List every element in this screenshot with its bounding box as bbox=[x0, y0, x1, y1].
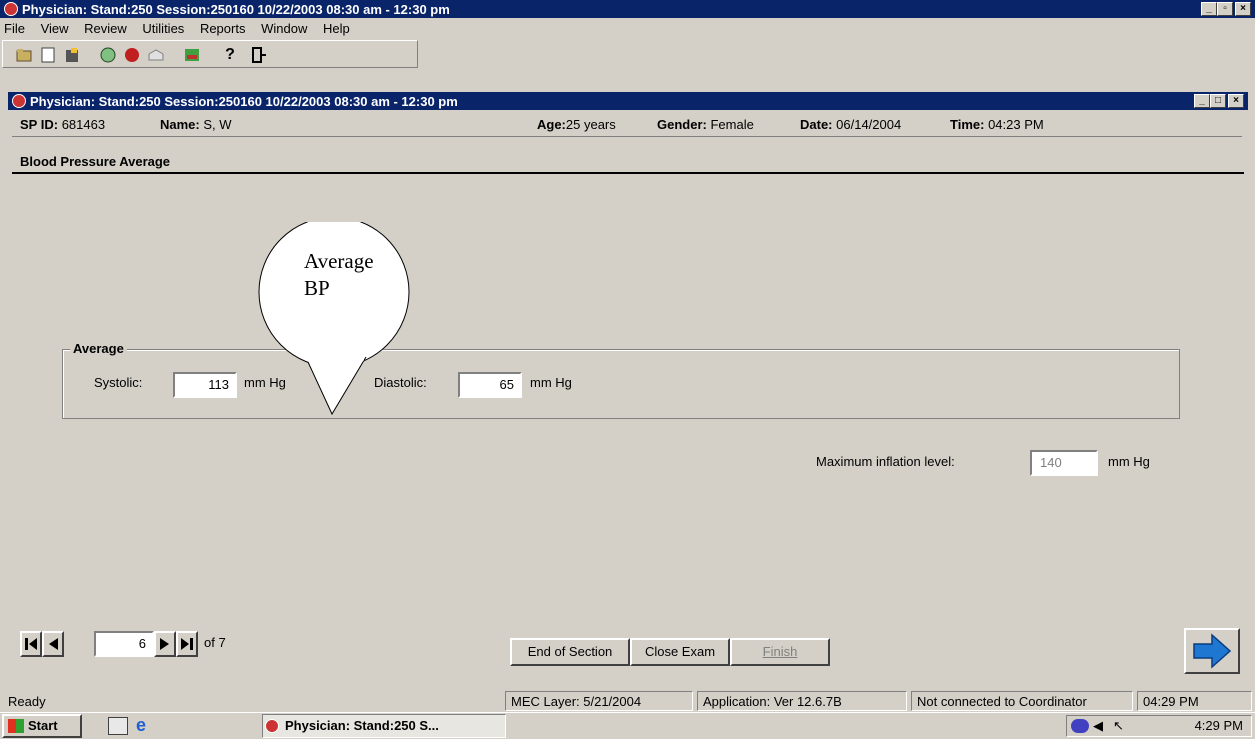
app-icon bbox=[4, 2, 18, 16]
diastolic-unit: mm Hg bbox=[530, 375, 572, 390]
child-close-icon[interactable]: × bbox=[1228, 94, 1244, 108]
start-label: Start bbox=[28, 718, 58, 733]
system-tray: ◀ ↖ 4:29 PM bbox=[1066, 715, 1252, 737]
toolbar: ? bbox=[2, 40, 418, 68]
systolic-label: Systolic: bbox=[94, 375, 143, 390]
network-tray-icon[interactable] bbox=[1071, 719, 1089, 733]
tray-clock: 4:29 PM bbox=[1194, 718, 1243, 733]
clipboard-icon[interactable] bbox=[39, 46, 57, 64]
arrow-right-icon bbox=[1193, 633, 1232, 669]
exit-door-icon[interactable] bbox=[249, 46, 267, 64]
app-title-bar[interactable]: Physician: Stand:250 Session:250160 10/2… bbox=[0, 0, 1255, 18]
inbox-icon[interactable] bbox=[147, 46, 165, 64]
next-arrow-button[interactable] bbox=[1184, 628, 1240, 674]
menu-help[interactable]: Help bbox=[323, 21, 350, 36]
status-bar: Ready MEC Layer: 5/21/2004 Application: … bbox=[0, 690, 1255, 712]
patient-info-bar: SP ID: 681463 Name: S, W Age:25 years Ge… bbox=[12, 114, 1242, 137]
gender-value: Female bbox=[710, 117, 754, 132]
menu-view[interactable]: View bbox=[41, 21, 69, 36]
time-label: Time: bbox=[950, 117, 985, 132]
people-icon[interactable] bbox=[183, 46, 201, 64]
status-application: Application: Ver 12.6.7B bbox=[697, 691, 907, 711]
child-app-icon bbox=[12, 94, 26, 108]
child-title: Physician: Stand:250 Session:250160 10/2… bbox=[30, 93, 458, 109]
task-physician-button[interactable]: Physician: Stand:250 S... bbox=[262, 714, 506, 738]
age-label: Age: bbox=[537, 117, 566, 132]
taskbar: Start e Physician: Stand:250 S... ◀ ↖ 4:… bbox=[0, 712, 1255, 739]
section-divider bbox=[12, 172, 1244, 174]
page-number-input[interactable]: 6 bbox=[94, 631, 154, 657]
minimize-icon[interactable]: _ bbox=[1201, 2, 1217, 16]
time-value: 04:23 PM bbox=[988, 117, 1044, 132]
show-desktop-icon[interactable] bbox=[108, 717, 128, 735]
menu-bar: File View Review Utilities Reports Windo… bbox=[4, 20, 362, 38]
stop-hand-icon[interactable] bbox=[123, 46, 141, 64]
end-of-section-button[interactable]: End of Section bbox=[510, 638, 630, 666]
sp-id-value: 681463 bbox=[61, 117, 106, 132]
menu-file[interactable]: File bbox=[4, 21, 25, 36]
diastolic-input[interactable]: 65 bbox=[458, 372, 522, 398]
windows-logo-icon bbox=[8, 719, 24, 733]
status-coordinator: Not connected to Coordinator bbox=[911, 691, 1133, 711]
menu-reports[interactable]: Reports bbox=[200, 21, 246, 36]
restore-icon[interactable]: ▫ bbox=[1217, 2, 1233, 16]
sp-id-label: SP ID: bbox=[20, 117, 59, 132]
date-label: Date: bbox=[800, 117, 833, 132]
first-page-button[interactable] bbox=[20, 631, 42, 657]
internet-explorer-icon[interactable]: e bbox=[136, 716, 146, 734]
last-page-button[interactable] bbox=[176, 631, 198, 657]
next-page-button[interactable] bbox=[154, 631, 176, 657]
menu-utilities[interactable]: Utilities bbox=[142, 21, 184, 36]
open-folder-icon[interactable] bbox=[15, 46, 33, 64]
app-title: Physician: Stand:250 Session:250160 10/2… bbox=[22, 1, 450, 17]
section-title: Blood Pressure Average bbox=[20, 154, 171, 169]
cursor-tray-icon[interactable]: ↖ bbox=[1113, 718, 1124, 734]
transfer-icon[interactable] bbox=[63, 46, 81, 64]
date-value: 06/14/2004 bbox=[836, 117, 902, 132]
gender-label: Gender: bbox=[657, 117, 707, 132]
max-inflation-label: Maximum inflation level: bbox=[816, 454, 955, 469]
average-group-label: Average bbox=[70, 341, 127, 356]
name-label: Name: bbox=[160, 117, 200, 132]
status-ready: Ready bbox=[8, 694, 46, 709]
finish-button: Finish bbox=[730, 638, 830, 666]
volume-icon[interactable]: ◀ bbox=[1093, 718, 1103, 734]
child-minimize-icon[interactable]: _ bbox=[1194, 94, 1210, 108]
status-time: 04:29 PM bbox=[1137, 691, 1252, 711]
max-inflation-unit: mm Hg bbox=[1108, 454, 1150, 469]
page-count: of 7 bbox=[204, 635, 226, 650]
close-exam-button[interactable]: Close Exam bbox=[630, 638, 730, 666]
child-window: Physician: Stand:250 Session:250160 10/2… bbox=[8, 92, 1248, 688]
age-value: 25 years bbox=[565, 117, 616, 132]
task-app-icon bbox=[265, 719, 279, 733]
systolic-input[interactable]: 113 bbox=[173, 372, 237, 398]
menu-review[interactable]: Review bbox=[84, 21, 127, 36]
child-maximize-icon[interactable]: □ bbox=[1210, 94, 1226, 108]
help-icon[interactable]: ? bbox=[221, 46, 239, 64]
task-label: Physician: Stand:250 S... bbox=[285, 718, 439, 733]
callout-text: Average BP bbox=[304, 249, 374, 300]
group-icon[interactable] bbox=[99, 46, 117, 64]
name-value: S, W bbox=[203, 117, 232, 132]
close-icon[interactable]: × bbox=[1235, 2, 1251, 16]
child-title-bar[interactable]: Physician: Stand:250 Session:250160 10/2… bbox=[8, 92, 1248, 110]
max-inflation-input: 140 bbox=[1030, 450, 1098, 476]
menu-window[interactable]: Window bbox=[261, 21, 307, 36]
prev-page-button[interactable] bbox=[42, 631, 64, 657]
start-button[interactable]: Start bbox=[2, 714, 82, 738]
status-mec-layer: MEC Layer: 5/21/2004 bbox=[505, 691, 693, 711]
